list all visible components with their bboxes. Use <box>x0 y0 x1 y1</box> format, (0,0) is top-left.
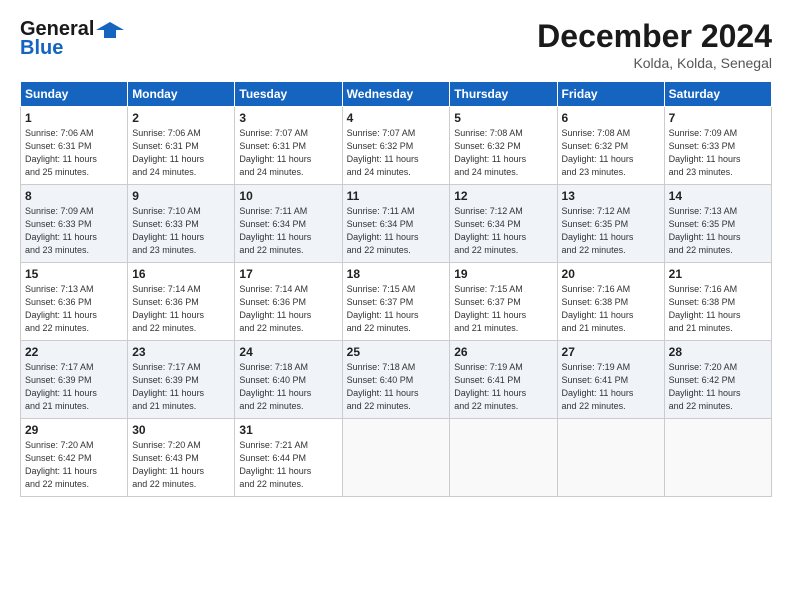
day-13: 13Sunrise: 7:12 AMSunset: 6:35 PMDayligh… <box>557 185 664 263</box>
day-26: 26Sunrise: 7:19 AMSunset: 6:41 PMDayligh… <box>450 341 557 419</box>
header-wednesday: Wednesday <box>342 82 450 107</box>
day-5: 5Sunrise: 7:08 AMSunset: 6:32 PMDaylight… <box>450 107 557 185</box>
calendar: Sunday Monday Tuesday Wednesday Thursday… <box>20 81 772 497</box>
day-11: 11Sunrise: 7:11 AMSunset: 6:34 PMDayligh… <box>342 185 450 263</box>
day-1: 1Sunrise: 7:06 AMSunset: 6:31 PMDaylight… <box>21 107 128 185</box>
day-10: 10Sunrise: 7:11 AMSunset: 6:34 PMDayligh… <box>235 185 342 263</box>
day-19: 19Sunrise: 7:15 AMSunset: 6:37 PMDayligh… <box>450 263 557 341</box>
calendar-header-row: Sunday Monday Tuesday Wednesday Thursday… <box>21 82 772 107</box>
header-thursday: Thursday <box>450 82 557 107</box>
day-28: 28Sunrise: 7:20 AMSunset: 6:42 PMDayligh… <box>664 341 771 419</box>
location: Kolda, Kolda, Senegal <box>537 55 772 71</box>
title-block: December 2024 Kolda, Kolda, Senegal <box>537 18 772 71</box>
month-title: December 2024 <box>537 18 772 55</box>
day-29: 29Sunrise: 7:20 AMSunset: 6:42 PMDayligh… <box>21 419 128 497</box>
day-31: 31Sunrise: 7:21 AMSunset: 6:44 PMDayligh… <box>235 419 342 497</box>
empty-cell <box>450 419 557 497</box>
day-24: 24Sunrise: 7:18 AMSunset: 6:40 PMDayligh… <box>235 341 342 419</box>
day-6: 6Sunrise: 7:08 AMSunset: 6:32 PMDaylight… <box>557 107 664 185</box>
day-25: 25Sunrise: 7:18 AMSunset: 6:40 PMDayligh… <box>342 341 450 419</box>
day-14: 14Sunrise: 7:13 AMSunset: 6:35 PMDayligh… <box>664 185 771 263</box>
day-3: 3Sunrise: 7:07 AMSunset: 6:31 PMDaylight… <box>235 107 342 185</box>
day-15: 15Sunrise: 7:13 AMSunset: 6:36 PMDayligh… <box>21 263 128 341</box>
day-18: 18Sunrise: 7:15 AMSunset: 6:37 PMDayligh… <box>342 263 450 341</box>
day-12: 12Sunrise: 7:12 AMSunset: 6:34 PMDayligh… <box>450 185 557 263</box>
header-friday: Friday <box>557 82 664 107</box>
empty-cell <box>557 419 664 497</box>
day-8: 8Sunrise: 7:09 AMSunset: 6:33 PMDaylight… <box>21 185 128 263</box>
header-tuesday: Tuesday <box>235 82 342 107</box>
day-22: 22Sunrise: 7:17 AMSunset: 6:39 PMDayligh… <box>21 341 128 419</box>
page: General Blue December 2024 Kolda, Kolda,… <box>0 0 792 612</box>
header-saturday: Saturday <box>664 82 771 107</box>
header-sunday: Sunday <box>21 82 128 107</box>
header: General Blue December 2024 Kolda, Kolda,… <box>20 18 772 71</box>
day-17: 17Sunrise: 7:14 AMSunset: 6:36 PMDayligh… <box>235 263 342 341</box>
logo-bird-icon <box>96 20 124 40</box>
empty-cell <box>664 419 771 497</box>
day-4: 4Sunrise: 7:07 AMSunset: 6:32 PMDaylight… <box>342 107 450 185</box>
logo: General Blue <box>20 18 124 60</box>
day-23: 23Sunrise: 7:17 AMSunset: 6:39 PMDayligh… <box>128 341 235 419</box>
day-7: 7Sunrise: 7:09 AMSunset: 6:33 PMDaylight… <box>664 107 771 185</box>
logo-blue: Blue <box>20 37 63 60</box>
day-30: 30Sunrise: 7:20 AMSunset: 6:43 PMDayligh… <box>128 419 235 497</box>
empty-cell <box>342 419 450 497</box>
day-21: 21Sunrise: 7:16 AMSunset: 6:38 PMDayligh… <box>664 263 771 341</box>
day-9: 9Sunrise: 7:10 AMSunset: 6:33 PMDaylight… <box>128 185 235 263</box>
day-27: 27Sunrise: 7:19 AMSunset: 6:41 PMDayligh… <box>557 341 664 419</box>
day-16: 16Sunrise: 7:14 AMSunset: 6:36 PMDayligh… <box>128 263 235 341</box>
header-monday: Monday <box>128 82 235 107</box>
day-2: 2Sunrise: 7:06 AMSunset: 6:31 PMDaylight… <box>128 107 235 185</box>
day-20: 20Sunrise: 7:16 AMSunset: 6:38 PMDayligh… <box>557 263 664 341</box>
